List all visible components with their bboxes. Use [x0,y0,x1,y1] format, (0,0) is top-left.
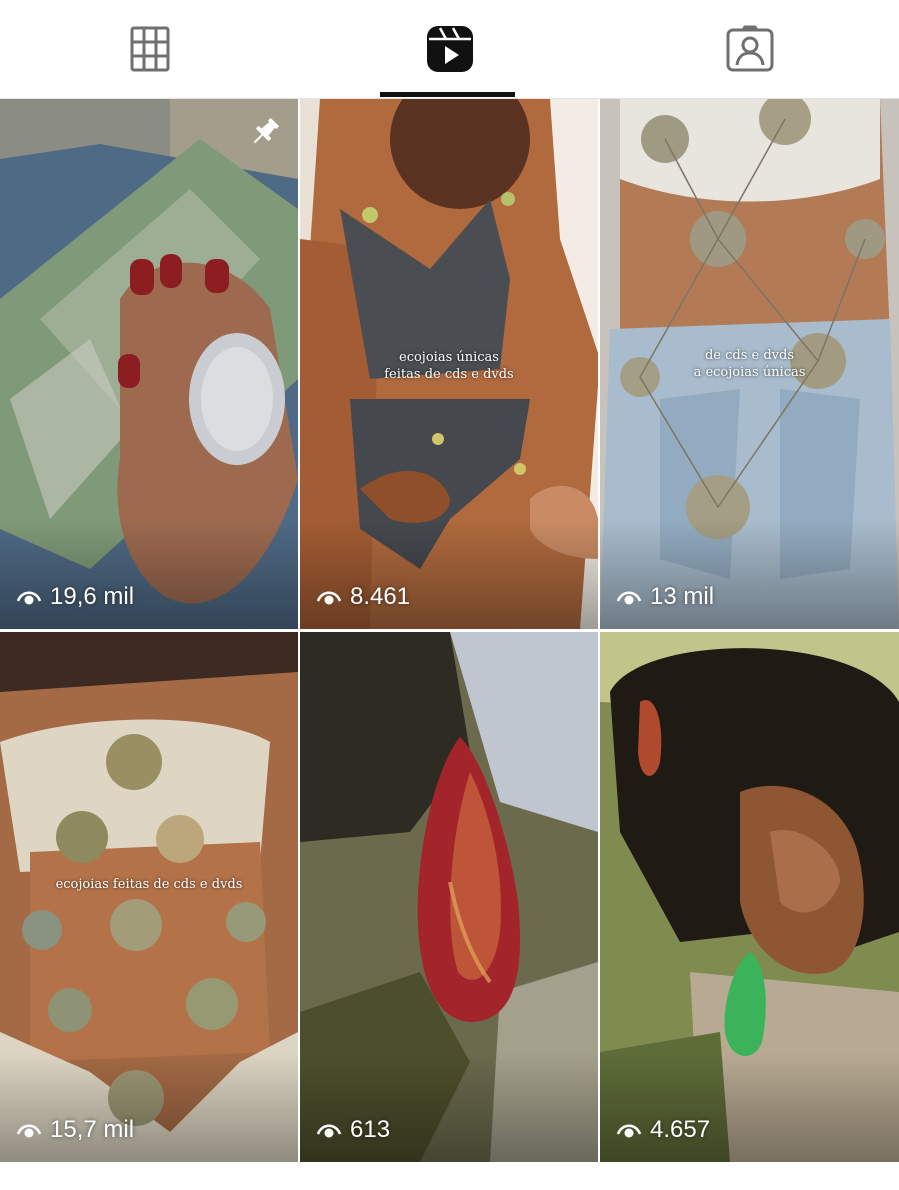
active-tab-indicator [380,92,515,97]
reel-tile[interactable]: 613 [300,632,598,1162]
reel-tile[interactable]: ecojoias únicas feitas de cds e dvds 8.4… [300,99,598,629]
view-count-text: 13 mil [650,583,715,610]
view-count: 15,7 mil [16,1116,134,1144]
reel-tile[interactable]: 4.657 [600,632,899,1162]
view-count: 4.657 [616,1116,710,1144]
tab-posts[interactable] [0,0,299,98]
eye-icon [316,1124,342,1138]
tile-shade [300,1052,598,1162]
eye-icon [616,1124,642,1138]
view-count-text: 8.461 [350,583,411,610]
eye-icon [616,591,642,605]
profile-tab-bar [0,0,899,99]
tile-shade [600,1052,899,1162]
view-count-text: 613 [350,1116,391,1143]
eye-icon [16,591,42,605]
view-count-text: 4.657 [650,1116,711,1143]
reels-grid: 19,6 mil ecojoias únicas feitas de cds e [0,99,899,1162]
profile-reels-page: 19,6 mil ecojoias únicas feitas de cds e [0,0,899,1190]
tile-shade [600,519,899,629]
tab-reels[interactable] [300,0,599,98]
eye-icon [316,591,342,605]
view-count-text: 15,7 mil [50,1116,135,1143]
reel-tile[interactable]: 19,6 mil [0,99,298,629]
reel-tile[interactable]: ecojoias feitas de cds e dvds 15,7 mil [0,632,298,1162]
tile-shade [0,1052,298,1162]
pin-icon [253,118,279,144]
view-count: 8.461 [316,583,410,611]
tab-tagged[interactable] [600,0,899,98]
tile-shade [300,519,598,629]
reel-caption: ecojoias feitas de cds e dvds [55,877,243,892]
view-count: 613 [316,1116,390,1144]
tagged-person-icon [726,25,773,72]
eye-icon [16,1124,42,1138]
grid-icon [130,26,169,72]
view-count: 19,6 mil [16,583,134,611]
reel-caption: de cds e dvds a ecojoias únicas [693,348,806,380]
view-count: 13 mil [616,583,714,611]
reel-caption: ecojoias únicas feitas de cds e dvds [384,350,514,382]
tile-shade [0,519,298,629]
reels-icon [426,26,473,72]
reel-tile[interactable]: de cds e dvds a ecojoias únicas 13 mil [600,99,899,629]
view-count-text: 19,6 mil [50,583,135,610]
